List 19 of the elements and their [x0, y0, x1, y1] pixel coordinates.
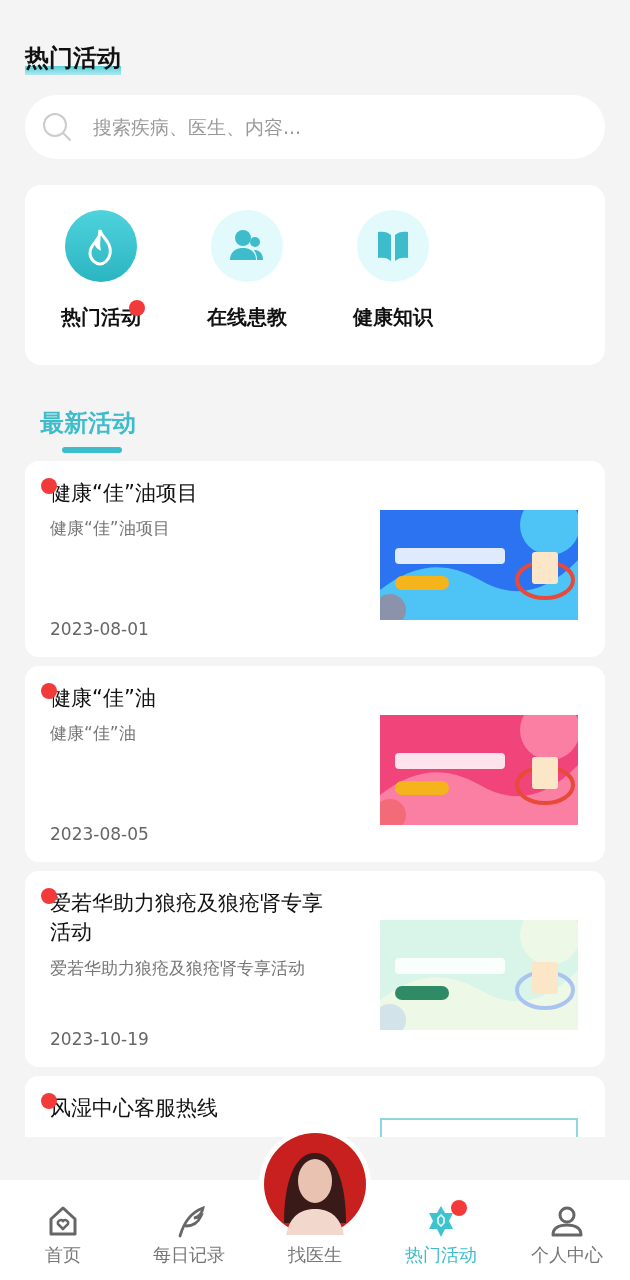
nav-tab[interactable]: 每日记录 — [149, 1204, 229, 1266]
person-icon — [550, 1204, 584, 1239]
activity-subtitle: 爱若华助力狼疮及狼疮肾专享活动 — [50, 956, 306, 980]
tab-underline — [62, 446, 122, 453]
activity-date: 2023-08-05 — [50, 823, 150, 847]
search-field[interactable]: 搜索疾病、医生、内容... — [25, 94, 605, 159]
activity-subtitle: 健康“佳”油 — [50, 722, 137, 746]
nav-tab[interactable]: 找医生 — [284, 1244, 346, 1266]
nav-tab[interactable]: 首页 — [41, 1204, 85, 1266]
activity-date: 2023-10-19 — [50, 1028, 150, 1052]
activity-date: 2023-08-01 — [50, 618, 150, 642]
page-title: 热门活动 — [25, 44, 121, 75]
section-title: 最新活动 — [40, 407, 136, 439]
search-icon — [41, 110, 73, 143]
category-item[interactable]: 健康知识 — [339, 209, 447, 365]
search-input[interactable]: 搜索疾病、医生、内容... — [91, 111, 589, 143]
category-item[interactable]: 在线患教 — [193, 209, 301, 365]
nav-tab[interactable]: 个人中心 — [527, 1204, 607, 1266]
activity-subtitle: 健康“佳”油项目 — [50, 517, 171, 541]
